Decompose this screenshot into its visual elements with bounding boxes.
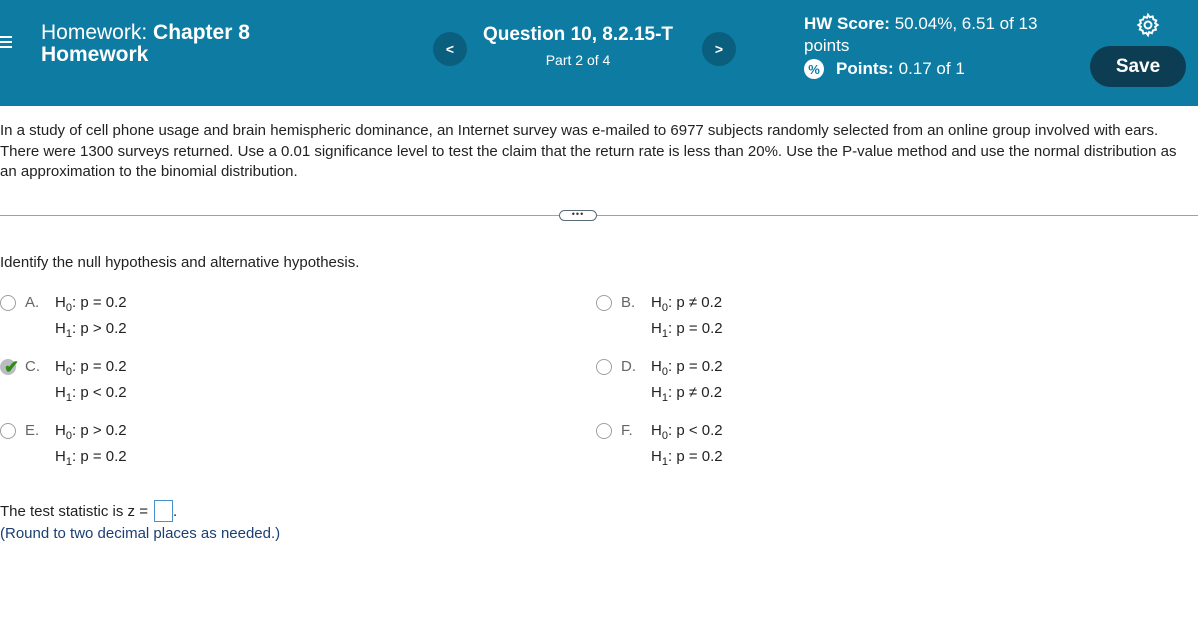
null-hypothesis-value: p = 0.2 — [80, 294, 127, 311]
alternative-hypothesis: H1: p = 0.2 — [651, 320, 723, 340]
alternative-hypothesis: H1: p = 0.2 — [651, 448, 723, 468]
radio-a[interactable] — [0, 295, 16, 311]
null-hypothesis: H0: p < 0.2 — [651, 422, 723, 442]
hw-score-label: HW Score: — [804, 14, 890, 33]
test-statistic-row: The test statistic is z = . — [0, 500, 177, 522]
rounding-note: (Round to two decimal places as needed.) — [0, 525, 281, 542]
radio-e[interactable] — [0, 423, 16, 439]
radio-f[interactable] — [596, 423, 612, 439]
period: . — [172, 502, 178, 520]
alternative-hypothesis-value: p = 0.2 — [676, 320, 723, 337]
alternative-hypothesis-value: p = 0.2 — [676, 448, 723, 465]
null-hypothesis: H0: p > 0.2 — [55, 422, 127, 442]
gear-icon[interactable] — [1135, 12, 1161, 38]
option-b[interactable]: B. H0: p ≠ 0.2 H1: p = 0.2 — [596, 294, 796, 340]
option-letter: A. — [25, 294, 40, 311]
question-title: Question 10, 8.2.15-T Part 2 of 4 — [478, 24, 678, 68]
null-hypothesis-value: p = 0.2 — [80, 358, 127, 375]
option-c[interactable]: ✔ C. H0: p = 0.2 H1: p < 0.2 — [0, 357, 200, 404]
radio-c[interactable]: ✔ — [0, 357, 20, 377]
previous-question-button[interactable]: < — [433, 32, 467, 66]
header-bar: Homework: Chapter 8 Homework < Question … — [0, 0, 1198, 106]
null-hypothesis-value: p ≠ 0.2 — [676, 294, 723, 311]
alternative-hypothesis: H1: p < 0.2 — [55, 384, 127, 404]
question-part: Part 2 of 4 — [545, 52, 611, 68]
homework-label: Homework: — [41, 21, 148, 44]
alternative-hypothesis-value: p ≠ 0.2 — [676, 384, 723, 401]
homework-title: Homework: Chapter 8 Homework — [41, 22, 250, 66]
menu-icon[interactable] — [0, 36, 12, 50]
question-number: Question 10, 8.2.15-T — [482, 24, 674, 45]
expand-button[interactable]: ••• — [559, 210, 597, 221]
option-e[interactable]: E. H0: p > 0.2 H1: p = 0.2 — [0, 422, 200, 468]
option-letter: D. — [621, 358, 636, 375]
test-statistic-label: The test statistic is z = — [0, 502, 148, 520]
option-letter: E. — [25, 422, 40, 439]
option-a[interactable]: A. H0: p = 0.2 H1: p > 0.2 — [0, 294, 200, 340]
alternative-hypothesis-value: p = 0.2 — [80, 448, 127, 465]
null-hypothesis: H0: p = 0.2 — [651, 358, 723, 378]
option-letter: B. — [621, 294, 636, 311]
points-label: Points: — [836, 59, 894, 78]
option-d[interactable]: D. H0: p = 0.2 H1: p ≠ 0.2 — [596, 358, 796, 404]
alternative-hypothesis-value: p < 0.2 — [80, 384, 127, 401]
null-hypothesis: H0: p = 0.2 — [55, 358, 127, 378]
question-prompt: Identify the null hypothesis and alterna… — [0, 254, 360, 271]
option-f[interactable]: F. H0: p < 0.2 H1: p = 0.2 — [596, 422, 796, 468]
null-hypothesis: H0: p ≠ 0.2 — [651, 294, 723, 314]
divider — [0, 215, 1198, 216]
alternative-hypothesis-value: p > 0.2 — [80, 320, 127, 337]
radio-b[interactable] — [596, 295, 612, 311]
homework-title-homework: Homework — [41, 43, 149, 66]
save-button[interactable]: Save — [1090, 46, 1186, 87]
null-hypothesis-value: p > 0.2 — [80, 422, 127, 439]
alternative-hypothesis: H1: p ≠ 0.2 — [651, 384, 723, 404]
problem-statement: In a study of cell phone usage and brain… — [0, 122, 1177, 180]
hw-score-value: 50.04%, 6.51 of 13 — [894, 14, 1038, 33]
option-letter: C. — [25, 358, 40, 375]
null-hypothesis-value: p = 0.2 — [676, 358, 723, 375]
partial-credit-icon: % — [804, 59, 824, 79]
hw-score: HW Score: 50.04%, 6.51 of 13 points — [804, 13, 1037, 57]
homework-title-chapter: Chapter 8 — [153, 21, 250, 44]
next-question-button[interactable]: > — [702, 32, 736, 66]
points-value: 0.17 of 1 — [898, 59, 965, 78]
null-hypothesis-value: p < 0.2 — [676, 422, 723, 439]
alternative-hypothesis: H1: p > 0.2 — [55, 320, 127, 340]
option-letter: F. — [621, 422, 633, 439]
radio-d[interactable] — [596, 359, 612, 375]
hw-score-unit: points — [804, 36, 850, 55]
checkmark-icon: ✔ — [4, 357, 20, 377]
test-statistic-input[interactable] — [153, 500, 173, 522]
alternative-hypothesis: H1: p = 0.2 — [55, 448, 127, 468]
null-hypothesis: H0: p = 0.2 — [55, 294, 127, 314]
question-points: % Points: 0.17 of 1 — [804, 59, 965, 79]
